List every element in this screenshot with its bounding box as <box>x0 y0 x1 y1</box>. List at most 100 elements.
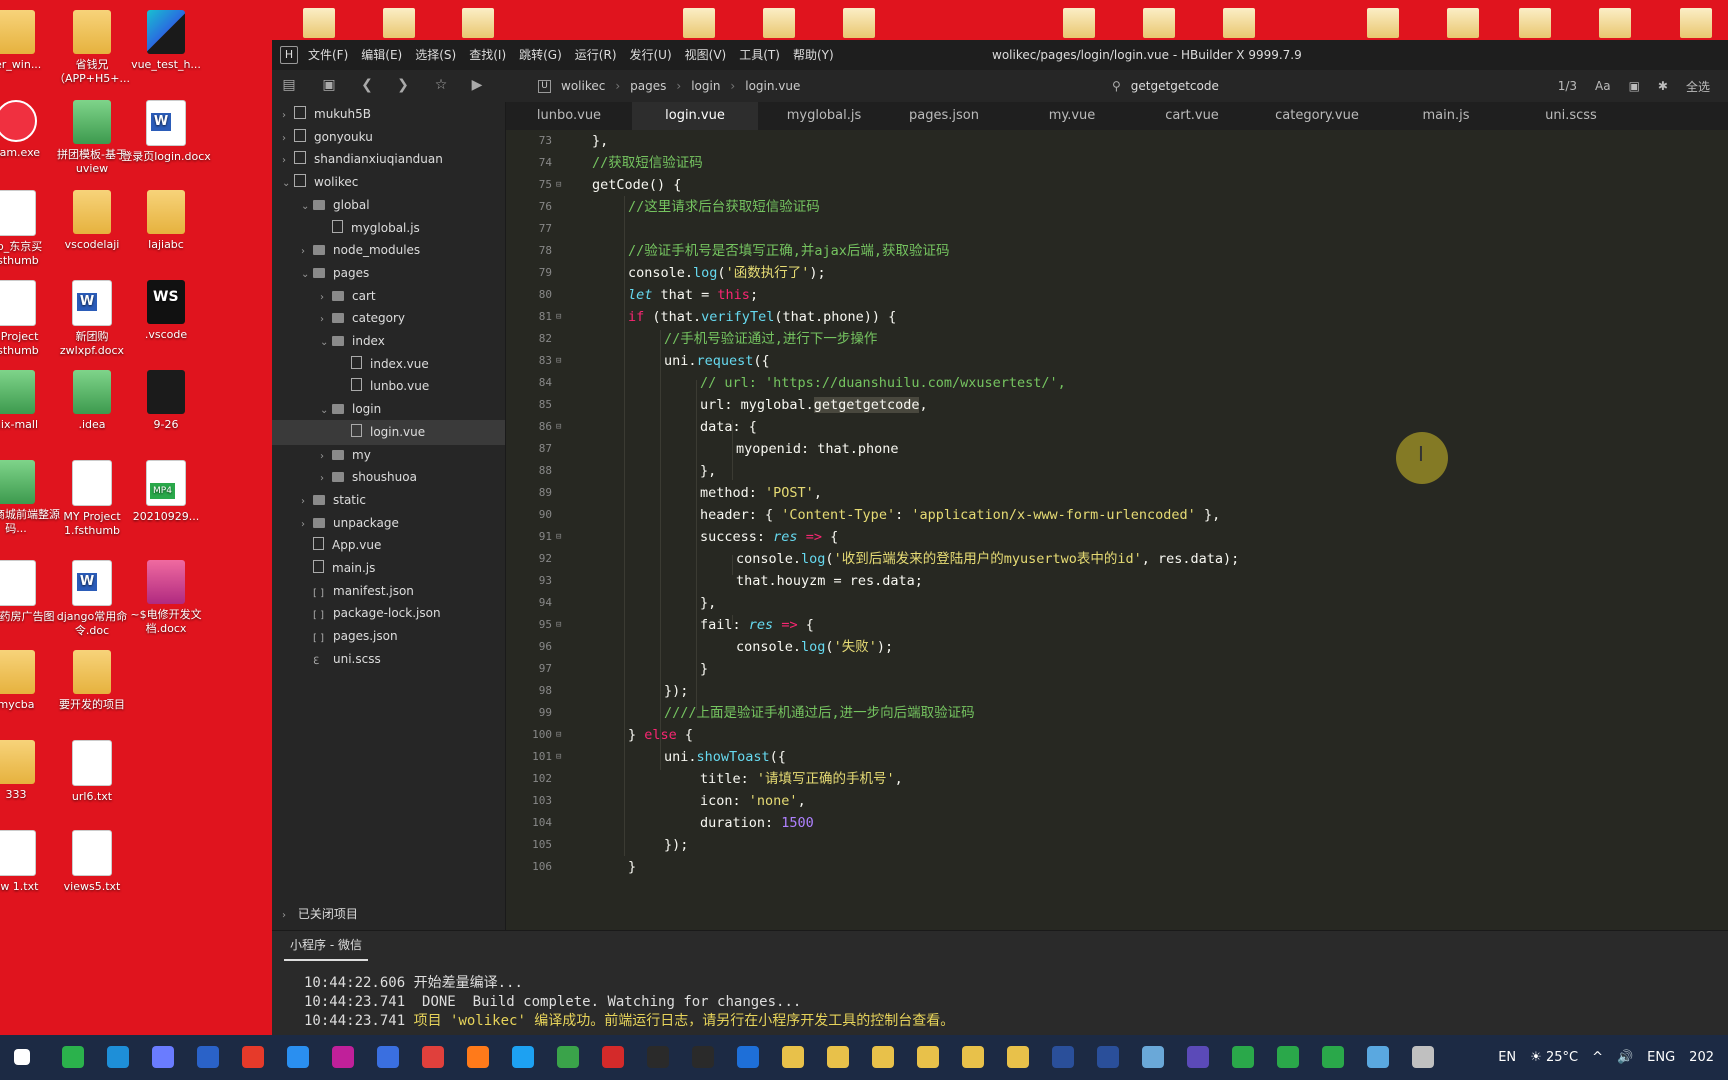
top-folder-icon[interactable] <box>1680 8 1712 38</box>
desktop-icon[interactable]: lajiabc <box>120 190 212 252</box>
taskbar-app-icon[interactable] <box>782 1046 804 1068</box>
top-folder-icon[interactable] <box>1519 8 1551 38</box>
menu-item[interactable]: 运行(R) <box>575 40 617 70</box>
search-input[interactable]: getgetgetcode <box>1131 79 1219 93</box>
taskbar-app-icon[interactable] <box>62 1046 84 1068</box>
taskbar-app-icon[interactable] <box>197 1046 219 1068</box>
fold-icon[interactable]: ⊟ <box>556 306 561 328</box>
tab-login-vue[interactable]: login.vue <box>632 102 758 130</box>
tree-item[interactable]: › unpackage <box>272 511 399 536</box>
fold-icon[interactable]: ⊟ <box>556 614 561 636</box>
tree-item[interactable]: › static <box>272 488 366 513</box>
taskbar-app-icon[interactable] <box>1097 1046 1119 1068</box>
match-case-button[interactable]: Aa <box>1595 79 1611 93</box>
tree-item[interactable]: myglobal.js <box>272 216 420 241</box>
language-indicator[interactable]: ENG <box>1647 1050 1675 1065</box>
fold-icon[interactable]: ⊟ <box>556 174 561 196</box>
top-folder-icon[interactable] <box>383 8 415 38</box>
top-folder-icon[interactable] <box>843 8 875 38</box>
menu-item[interactable]: 选择(S) <box>415 40 456 70</box>
desktop-icon[interactable]: 9-26 <box>120 370 212 432</box>
breadcrumb-item[interactable]: wolikec <box>561 79 605 93</box>
tree-item[interactable]: login.vue <box>272 419 505 445</box>
tree-item[interactable]: main.js <box>272 556 375 581</box>
taskbar-app-icon[interactable] <box>1322 1046 1344 1068</box>
desktop-icon[interactable]: .vscode <box>120 280 212 342</box>
closed-projects[interactable]: › 已关闭项目 <box>272 900 505 928</box>
taskbar-app-icon[interactable] <box>872 1046 894 1068</box>
search-box[interactable]: ⚲ getgetgetcode <box>1112 70 1219 102</box>
taskbar-app-icon[interactable] <box>512 1046 534 1068</box>
taskbar-app-icon[interactable] <box>107 1046 129 1068</box>
tree-item[interactable]: lunbo.vue <box>272 374 429 399</box>
top-folder-icon[interactable] <box>683 8 715 38</box>
menu-item[interactable]: 帮助(Y) <box>793 40 834 70</box>
top-folder-icon[interactable] <box>1063 8 1095 38</box>
desktop-icon[interactable]: vue_test_h... <box>120 10 212 72</box>
menu-item[interactable]: 跳转(G) <box>519 40 562 70</box>
star-icon[interactable]: ☆ <box>432 77 450 93</box>
tree-item[interactable]: ⌄ wolikec <box>272 170 358 195</box>
run-icon[interactable]: ▶ <box>468 77 486 93</box>
breadcrumb-item[interactable]: pages <box>630 79 666 93</box>
fold-icon[interactable]: ⊟ <box>556 724 561 746</box>
taskbar-app-icon[interactable] <box>1007 1046 1029 1068</box>
tree-item[interactable]: ℇuni.scss <box>272 647 381 672</box>
tab-lunbo-vue[interactable]: lunbo.vue <box>506 102 632 130</box>
tab-main-js[interactable]: main.js <box>1383 102 1509 130</box>
tab-uni-scss[interactable]: uni.scss <box>1506 102 1636 130</box>
save-icon[interactable]: ▣ <box>320 77 338 93</box>
tree-item[interactable]: index.vue <box>272 352 429 377</box>
tab-my-vue[interactable]: my.vue <box>1009 102 1135 130</box>
menu-item[interactable]: 查找(I) <box>469 40 506 70</box>
top-folder-icon[interactable] <box>1599 8 1631 38</box>
taskbar-app-icon[interactable] <box>1187 1046 1209 1068</box>
taskbar-app-icon[interactable] <box>422 1046 444 1068</box>
outline-icon[interactable]: ▤ <box>280 77 298 93</box>
code-editor[interactable]: 73 74 75 76 77 78 79 80 81 82 83 84 85 86 87 88 89 90 91 92… <box>506 130 1728 930</box>
top-folder-icon[interactable] <box>303 8 335 38</box>
tray-expand-icon[interactable]: ^ <box>1592 1050 1603 1065</box>
tree-item[interactable]: › shoushuoa <box>272 465 417 490</box>
menu-item[interactable]: 视图(V) <box>685 40 727 70</box>
taskbar-app-icon[interactable] <box>1277 1046 1299 1068</box>
tree-item[interactable]: › node_modules <box>272 238 420 263</box>
ime-indicator[interactable]: EN <box>1498 1050 1516 1065</box>
taskbar-app-icon[interactable] <box>242 1046 264 1068</box>
breadcrumb-item[interactable]: login <box>691 79 720 93</box>
desktop-icon[interactable]: ~$电修开发文档.docx <box>120 560 212 636</box>
desktop-icon[interactable]: 登录页login.docx <box>120 100 212 164</box>
tree-item[interactable]: [ ] manifest.json <box>272 579 414 604</box>
console-tab[interactable]: 小程序 - 微信 <box>284 931 368 961</box>
desktop-icon[interactable]: 20210929... <box>120 460 212 524</box>
taskbar-app-icon[interactable] <box>917 1046 939 1068</box>
tab-category-vue[interactable]: category.vue <box>1252 102 1382 130</box>
fold-icon[interactable]: ⊟ <box>556 350 561 372</box>
tree-item[interactable]: › gonyouku <box>272 125 373 150</box>
desktop-icon[interactable]: views5.txt <box>46 830 138 894</box>
tree-item[interactable]: › my <box>272 443 371 468</box>
tree-item[interactable]: ⌄ login <box>272 397 381 422</box>
taskbar-app-icon[interactable] <box>602 1046 624 1068</box>
tree-item[interactable]: › mukuh5B <box>272 102 371 127</box>
volume-icon[interactable]: 🔊 <box>1617 1050 1633 1065</box>
tree-item[interactable]: ⌄ pages <box>272 261 369 286</box>
taskbar-app-icon[interactable] <box>962 1046 984 1068</box>
taskbar-app-icon[interactable] <box>1052 1046 1074 1068</box>
taskbar-app-icon[interactable] <box>152 1046 174 1068</box>
tree-item[interactable]: › shandianxiuqianduan <box>272 147 443 172</box>
menu-item[interactable]: 发行(U) <box>630 40 672 70</box>
tab-myglobal-js[interactable]: myglobal.js <box>761 102 887 130</box>
tree-item[interactable]: › category <box>272 306 405 331</box>
menu-item[interactable]: 文件(F) <box>308 40 348 70</box>
tree-item[interactable]: › cart <box>272 284 376 309</box>
taskbar-app-icon[interactable] <box>467 1046 489 1068</box>
top-folder-icon[interactable] <box>1143 8 1175 38</box>
taskbar-app-icon[interactable] <box>647 1046 669 1068</box>
fold-icon[interactable]: ⊟ <box>556 416 561 438</box>
top-folder-icon[interactable] <box>1367 8 1399 38</box>
taskbar-app-icon[interactable] <box>377 1046 399 1068</box>
forward-icon[interactable]: ❯ <box>394 77 412 93</box>
tree-item[interactable]: ⌄ global <box>272 193 370 218</box>
taskbar-app-icon[interactable] <box>827 1046 849 1068</box>
